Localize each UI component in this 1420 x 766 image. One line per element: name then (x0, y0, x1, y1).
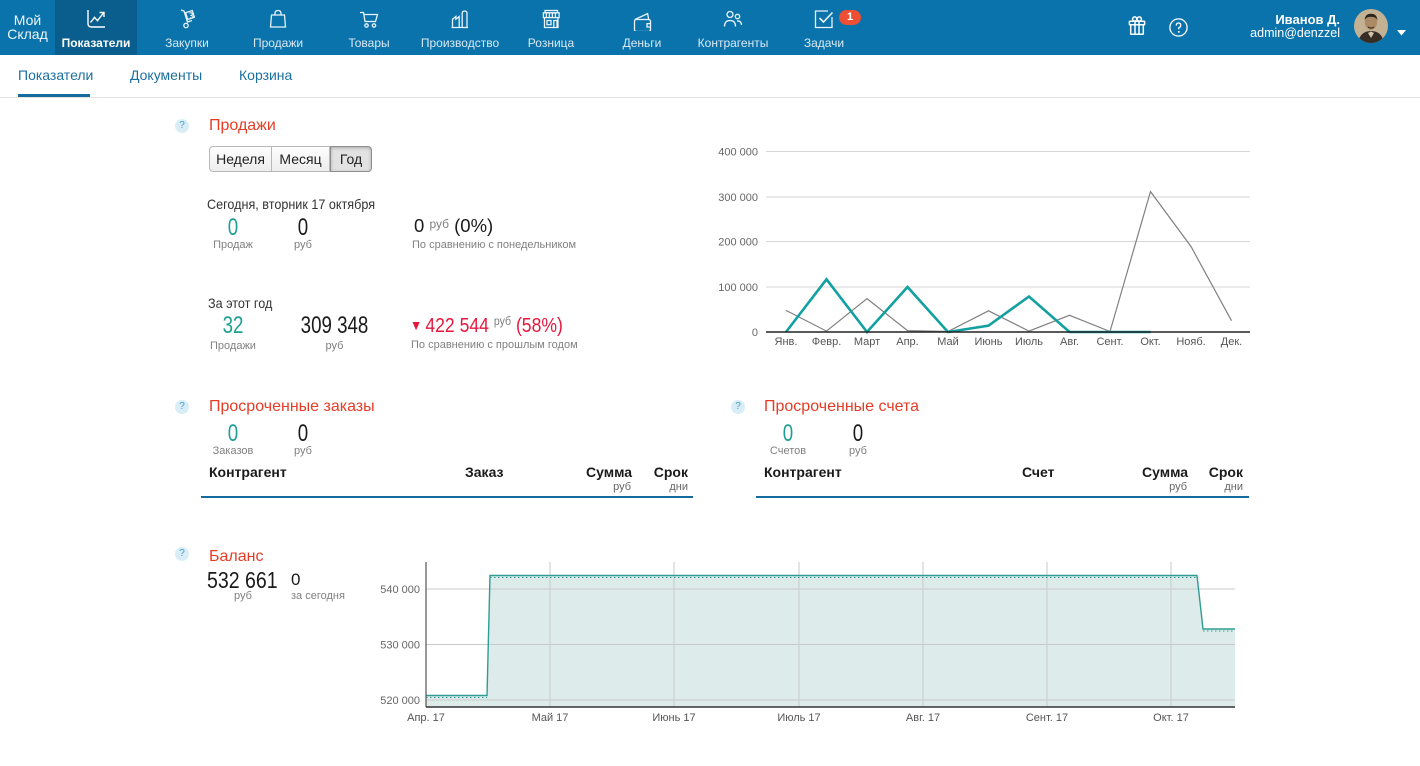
svg-text:Март: Март (854, 336, 880, 348)
svg-text:Окт.: Окт. (1140, 336, 1160, 348)
svg-text:100 000: 100 000 (718, 282, 758, 294)
svg-text:Дек.: Дек. (1221, 336, 1242, 348)
svg-text:0: 0 (752, 327, 758, 339)
svg-text:200 000: 200 000 (718, 237, 758, 249)
svg-text:520 000: 520 000 (380, 695, 420, 707)
svg-text:540 000: 540 000 (380, 584, 420, 596)
svg-text:300 000: 300 000 (718, 192, 758, 204)
svg-text:Сент.: Сент. (1096, 336, 1123, 348)
svg-text:Нояб.: Нояб. (1176, 336, 1205, 348)
svg-text:Авг.: Авг. (1060, 336, 1079, 348)
svg-text:Янв.: Янв. (775, 336, 798, 348)
svg-text:Сент. 17: Сент. 17 (1026, 712, 1068, 724)
svg-text:Авг. 17: Авг. 17 (906, 712, 940, 724)
svg-text:Июль 17: Июль 17 (777, 712, 820, 724)
svg-text:Апр.: Апр. (896, 336, 918, 348)
svg-text:530 000: 530 000 (380, 640, 420, 652)
svg-text:400 000: 400 000 (718, 147, 758, 159)
svg-text:Апр. 17: Апр. 17 (407, 712, 445, 724)
svg-text:Февр.: Февр. (812, 336, 842, 348)
svg-text:Май 17: Май 17 (532, 712, 569, 724)
svg-text:Окт. 17: Окт. 17 (1153, 712, 1189, 724)
svg-text:Июль: Июль (1015, 336, 1043, 348)
svg-text:Июнь 17: Июнь 17 (652, 712, 695, 724)
svg-text:Июнь: Июнь (975, 336, 1003, 348)
svg-text:Май: Май (937, 336, 959, 348)
